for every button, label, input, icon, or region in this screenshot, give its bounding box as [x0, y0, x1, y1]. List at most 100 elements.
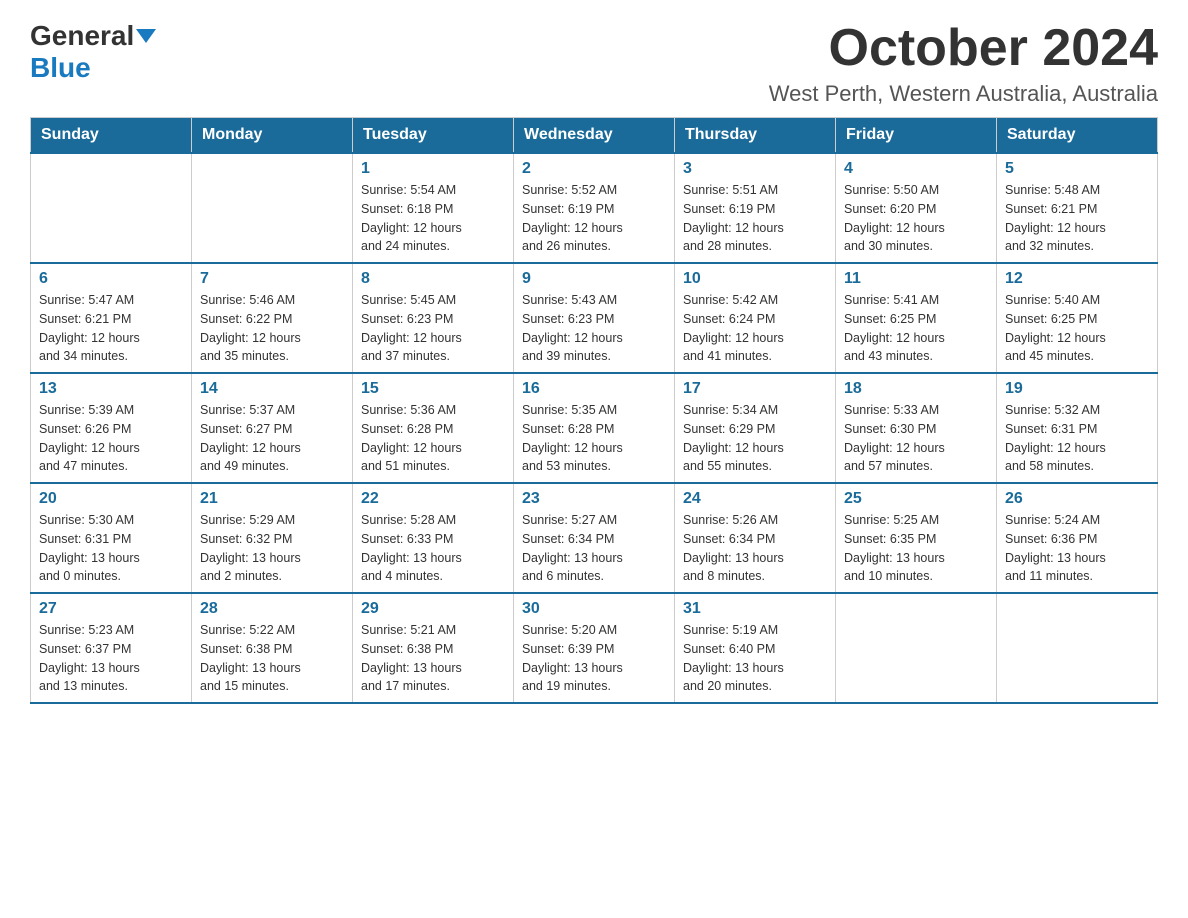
day-number: 25	[844, 490, 988, 508]
calendar-cell: 16 Sunrise: 5:35 AMSunset: 6:28 PMDayligh…	[514, 373, 675, 483]
calendar-cell: 8 Sunrise: 5:45 AMSunset: 6:23 PMDaylight…	[353, 263, 514, 373]
day-number: 23	[522, 490, 666, 508]
day-info: Sunrise: 5:43 AMSunset: 6:23 PMDaylight:…	[522, 291, 666, 366]
day-info: Sunrise: 5:32 AMSunset: 6:31 PMDaylight:…	[1005, 401, 1149, 476]
calendar-cell: 3 Sunrise: 5:51 AMSunset: 6:19 PMDaylight…	[675, 153, 836, 263]
day-number: 20	[39, 490, 183, 508]
day-number: 18	[844, 380, 988, 398]
calendar-cell: 29 Sunrise: 5:21 AMSunset: 6:38 PMDayligh…	[353, 593, 514, 703]
calendar-cell: 28 Sunrise: 5:22 AMSunset: 6:38 PMDayligh…	[192, 593, 353, 703]
calendar-cell	[836, 593, 997, 703]
calendar-cell: 7 Sunrise: 5:46 AMSunset: 6:22 PMDaylight…	[192, 263, 353, 373]
day-number: 16	[522, 380, 666, 398]
day-number: 14	[200, 380, 344, 398]
day-info: Sunrise: 5:26 AMSunset: 6:34 PMDaylight:…	[683, 511, 827, 586]
calendar-cell: 2 Sunrise: 5:52 AMSunset: 6:19 PMDaylight…	[514, 153, 675, 263]
weekday-header-row: SundayMondayTuesdayWednesdayThursdayFrid…	[31, 118, 1158, 154]
day-info: Sunrise: 5:37 AMSunset: 6:27 PMDaylight:…	[200, 401, 344, 476]
day-info: Sunrise: 5:45 AMSunset: 6:23 PMDaylight:…	[361, 291, 505, 366]
calendar-week-row: 20 Sunrise: 5:30 AMSunset: 6:31 PMDayligh…	[31, 483, 1158, 593]
calendar-cell: 6 Sunrise: 5:47 AMSunset: 6:21 PMDaylight…	[31, 263, 192, 373]
day-number: 6	[39, 270, 183, 288]
day-info: Sunrise: 5:23 AMSunset: 6:37 PMDaylight:…	[39, 621, 183, 696]
day-info: Sunrise: 5:34 AMSunset: 6:29 PMDaylight:…	[683, 401, 827, 476]
weekday-header-saturday: Saturday	[997, 118, 1158, 154]
day-number: 9	[522, 270, 666, 288]
day-number: 7	[200, 270, 344, 288]
day-number: 4	[844, 160, 988, 178]
day-number: 29	[361, 600, 505, 618]
logo-triangle-icon	[136, 29, 156, 43]
day-info: Sunrise: 5:19 AMSunset: 6:40 PMDaylight:…	[683, 621, 827, 696]
day-number: 24	[683, 490, 827, 508]
day-number: 11	[844, 270, 988, 288]
day-info: Sunrise: 5:35 AMSunset: 6:28 PMDaylight:…	[522, 401, 666, 476]
logo-general-text: General	[30, 20, 134, 52]
day-info: Sunrise: 5:25 AMSunset: 6:35 PMDaylight:…	[844, 511, 988, 586]
logo: General Blue	[30, 20, 156, 84]
weekday-header-thursday: Thursday	[675, 118, 836, 154]
title-area: October 2024 West Perth, Western Austral…	[769, 20, 1158, 107]
day-info: Sunrise: 5:50 AMSunset: 6:20 PMDaylight:…	[844, 181, 988, 256]
calendar-cell: 17Sunrise: 5:34 AMSunset: 6:29 PMDayligh…	[675, 373, 836, 483]
day-number: 28	[200, 600, 344, 618]
calendar-week-row: 13 Sunrise: 5:39 AMSunset: 6:26 PMDayligh…	[31, 373, 1158, 483]
day-number: 13	[39, 380, 183, 398]
calendar-table: SundayMondayTuesdayWednesdayThursdayFrid…	[30, 117, 1158, 704]
day-info: Sunrise: 5:46 AMSunset: 6:22 PMDaylight:…	[200, 291, 344, 366]
calendar-cell: 31Sunrise: 5:19 AMSunset: 6:40 PMDayligh…	[675, 593, 836, 703]
day-info: Sunrise: 5:20 AMSunset: 6:39 PMDaylight:…	[522, 621, 666, 696]
calendar-cell: 15 Sunrise: 5:36 AMSunset: 6:28 PMDayligh…	[353, 373, 514, 483]
day-number: 2	[522, 160, 666, 178]
day-info: Sunrise: 5:36 AMSunset: 6:28 PMDaylight:…	[361, 401, 505, 476]
logo-blue-text: Blue	[30, 52, 91, 84]
day-info: Sunrise: 5:51 AMSunset: 6:19 PMDaylight:…	[683, 181, 827, 256]
day-info: Sunrise: 5:39 AMSunset: 6:26 PMDaylight:…	[39, 401, 183, 476]
day-number: 3	[683, 160, 827, 178]
calendar-cell: 10Sunrise: 5:42 AMSunset: 6:24 PMDayligh…	[675, 263, 836, 373]
calendar-week-row: 6 Sunrise: 5:47 AMSunset: 6:21 PMDaylight…	[31, 263, 1158, 373]
day-info: Sunrise: 5:27 AMSunset: 6:34 PMDaylight:…	[522, 511, 666, 586]
day-number: 21	[200, 490, 344, 508]
calendar-cell: 18 Sunrise: 5:33 AMSunset: 6:30 PMDayligh…	[836, 373, 997, 483]
weekday-header-sunday: Sunday	[31, 118, 192, 154]
calendar-cell: 13 Sunrise: 5:39 AMSunset: 6:26 PMDayligh…	[31, 373, 192, 483]
day-info: Sunrise: 5:54 AMSunset: 6:18 PMDaylight:…	[361, 181, 505, 256]
calendar-cell: 21Sunrise: 5:29 AMSunset: 6:32 PMDayligh…	[192, 483, 353, 593]
day-number: 10	[683, 270, 827, 288]
calendar-cell: 9 Sunrise: 5:43 AMSunset: 6:23 PMDaylight…	[514, 263, 675, 373]
calendar-cell: 23 Sunrise: 5:27 AMSunset: 6:34 PMDayligh…	[514, 483, 675, 593]
calendar-cell: 4 Sunrise: 5:50 AMSunset: 6:20 PMDaylight…	[836, 153, 997, 263]
day-number: 15	[361, 380, 505, 398]
weekday-header-monday: Monday	[192, 118, 353, 154]
location-title: West Perth, Western Australia, Australia	[769, 81, 1158, 107]
day-info: Sunrise: 5:52 AMSunset: 6:19 PMDaylight:…	[522, 181, 666, 256]
day-info: Sunrise: 5:28 AMSunset: 6:33 PMDaylight:…	[361, 511, 505, 586]
weekday-header-wednesday: Wednesday	[514, 118, 675, 154]
day-number: 5	[1005, 160, 1149, 178]
day-number: 1	[361, 160, 505, 178]
calendar-cell: 24 Sunrise: 5:26 AMSunset: 6:34 PMDayligh…	[675, 483, 836, 593]
day-info: Sunrise: 5:47 AMSunset: 6:21 PMDaylight:…	[39, 291, 183, 366]
calendar-week-row: 27Sunrise: 5:23 AMSunset: 6:37 PMDayligh…	[31, 593, 1158, 703]
day-number: 30	[522, 600, 666, 618]
calendar-cell	[192, 153, 353, 263]
calendar-cell: 1 Sunrise: 5:54 AMSunset: 6:18 PMDaylight…	[353, 153, 514, 263]
day-info: Sunrise: 5:21 AMSunset: 6:38 PMDaylight:…	[361, 621, 505, 696]
calendar-cell: 14 Sunrise: 5:37 AMSunset: 6:27 PMDayligh…	[192, 373, 353, 483]
calendar-cell: 5 Sunrise: 5:48 AMSunset: 6:21 PMDaylight…	[997, 153, 1158, 263]
day-info: Sunrise: 5:33 AMSunset: 6:30 PMDaylight:…	[844, 401, 988, 476]
day-info: Sunrise: 5:22 AMSunset: 6:38 PMDaylight:…	[200, 621, 344, 696]
day-number: 22	[361, 490, 505, 508]
month-title: October 2024	[769, 20, 1158, 77]
day-info: Sunrise: 5:30 AMSunset: 6:31 PMDaylight:…	[39, 511, 183, 586]
day-number: 26	[1005, 490, 1149, 508]
day-number: 8	[361, 270, 505, 288]
calendar-cell: 26Sunrise: 5:24 AMSunset: 6:36 PMDayligh…	[997, 483, 1158, 593]
day-number: 12	[1005, 270, 1149, 288]
day-info: Sunrise: 5:48 AMSunset: 6:21 PMDaylight:…	[1005, 181, 1149, 256]
calendar-cell: 30 Sunrise: 5:20 AMSunset: 6:39 PMDayligh…	[514, 593, 675, 703]
day-info: Sunrise: 5:41 AMSunset: 6:25 PMDaylight:…	[844, 291, 988, 366]
calendar-cell: 19Sunrise: 5:32 AMSunset: 6:31 PMDayligh…	[997, 373, 1158, 483]
calendar-cell: 25 Sunrise: 5:25 AMSunset: 6:35 PMDayligh…	[836, 483, 997, 593]
